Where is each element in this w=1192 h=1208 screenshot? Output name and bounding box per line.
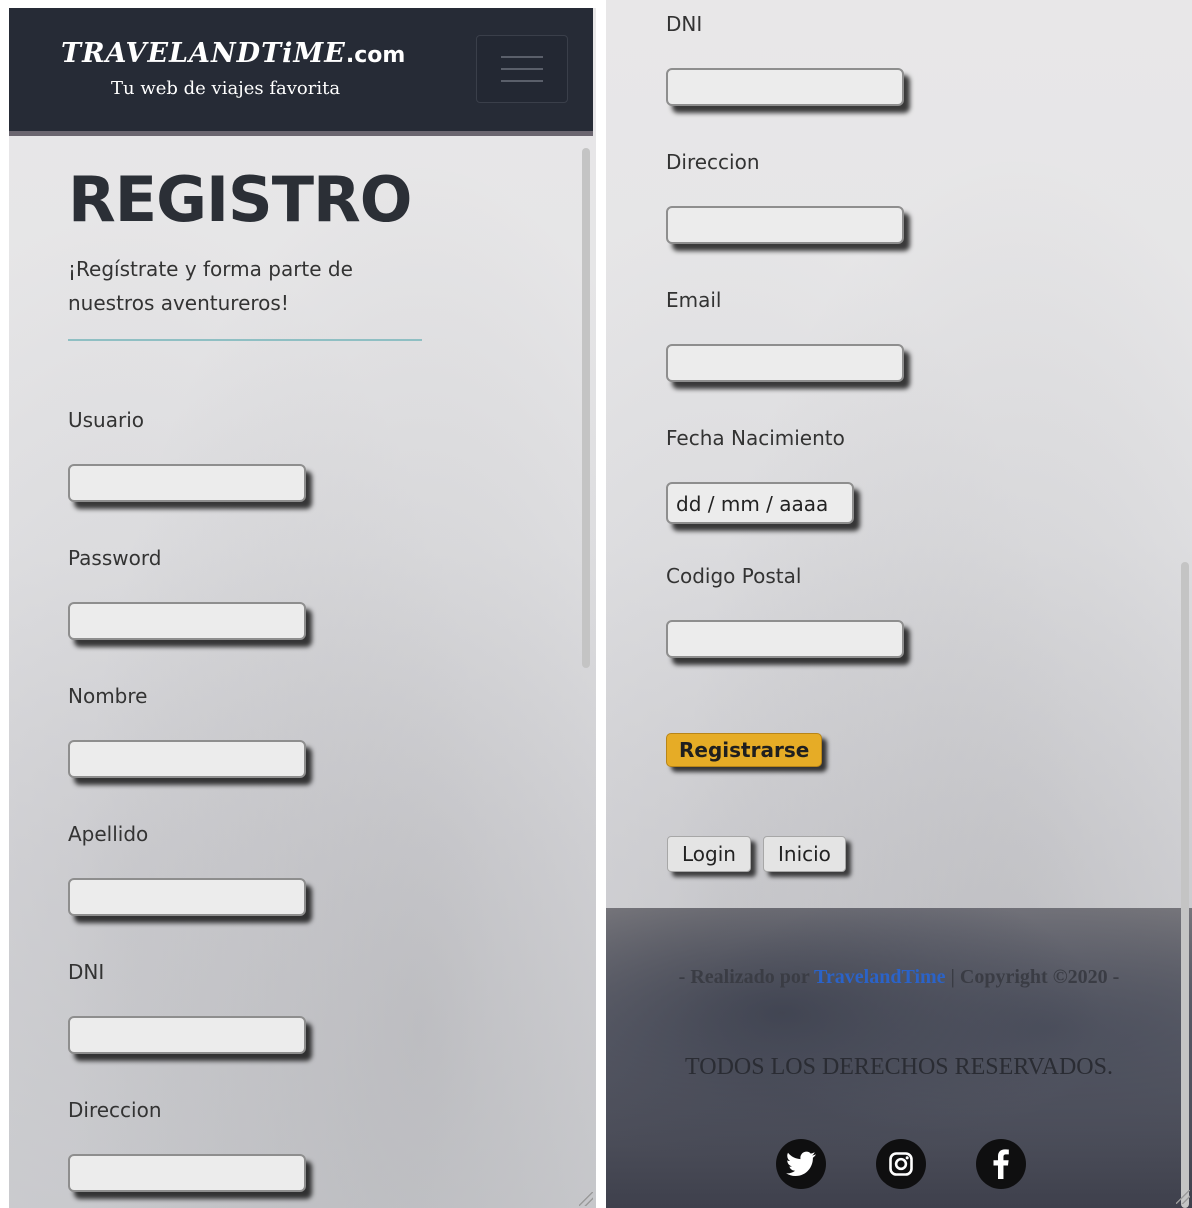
- site-tagline: Tu web de viajes favorita: [111, 78, 341, 99]
- password-label: Password: [68, 546, 162, 570]
- twitter-icon[interactable]: [776, 1139, 826, 1189]
- usuario-label: Usuario: [68, 408, 145, 432]
- site-header: TRAVELANDTiME.com Tu web de viajes favor…: [9, 8, 593, 136]
- fecha-nacimiento-input[interactable]: dd / mm / aaaa: [666, 482, 854, 524]
- apellido-label: Apellido: [68, 822, 149, 846]
- apellido-input[interactable]: [68, 878, 306, 916]
- password-input[interactable]: [68, 602, 306, 640]
- registration-page-top: TRAVELANDTiME.com Tu web de viajes favor…: [9, 8, 596, 1208]
- footer-rights: TODOS LOS DERECHOS RESERVADOS.: [685, 1054, 1113, 1080]
- scrollbar-thumb[interactable]: [582, 148, 590, 668]
- facebook-icon[interactable]: [976, 1139, 1026, 1189]
- usuario-input[interactable]: [68, 464, 306, 502]
- hamburger-menu-icon[interactable]: [476, 35, 568, 103]
- page-title: REGISTRO: [68, 163, 412, 236]
- direccion-input[interactable]: [666, 206, 904, 244]
- logo-suffix: .com: [345, 43, 406, 68]
- registrarse-button[interactable]: Registrarse: [666, 733, 823, 767]
- nombre-input[interactable]: [68, 740, 306, 778]
- resize-grip-icon[interactable]: [1176, 1190, 1190, 1204]
- codigo-postal-input[interactable]: [666, 620, 904, 658]
- footer-credits: - Realizado por TravelandTime | Copyrigh…: [606, 960, 1192, 994]
- direccion-input[interactable]: [68, 1154, 306, 1192]
- instagram-icon[interactable]: [876, 1139, 926, 1189]
- direccion-label: Direccion: [666, 150, 760, 174]
- date-placeholder: dd / mm / aaaa: [676, 492, 829, 516]
- dni-input[interactable]: [68, 1016, 306, 1054]
- dni-label: DNI: [666, 12, 703, 36]
- scrollbar-thumb[interactable]: [1181, 562, 1189, 1208]
- resize-grip-icon[interactable]: [579, 1192, 593, 1206]
- login-button[interactable]: Login: [667, 836, 751, 872]
- site-logo[interactable]: TRAVELANDTiME.com: [61, 38, 405, 69]
- codigo-postal-label: Codigo Postal: [666, 564, 802, 588]
- footer-brand-link[interactable]: TravelandTime: [814, 966, 945, 988]
- direccion-label: Direccion: [68, 1098, 162, 1122]
- email-input[interactable]: [666, 344, 904, 382]
- title-divider: [68, 339, 422, 341]
- logo-main-text: TRAVELANDTiME: [61, 38, 346, 69]
- footer-prefix: - Realizado por: [678, 966, 815, 988]
- dni-label: DNI: [68, 960, 105, 984]
- footer-suffix: | Copyright ©2020 -: [945, 966, 1120, 988]
- dni-input[interactable]: [666, 68, 904, 106]
- page-subtitle: ¡Regístrate y forma parte de nuestros av…: [68, 257, 353, 315]
- registration-page-bottom: DNI Direccion Email Fecha Nacimiento dd …: [606, 0, 1192, 1208]
- fecha-nacimiento-label: Fecha Nacimiento: [666, 426, 845, 450]
- email-label: Email: [666, 288, 722, 312]
- site-footer: - Realizado por TravelandTime | Copyrigh…: [606, 908, 1192, 1208]
- nombre-label: Nombre: [68, 684, 148, 708]
- inicio-button[interactable]: Inicio: [763, 836, 846, 872]
